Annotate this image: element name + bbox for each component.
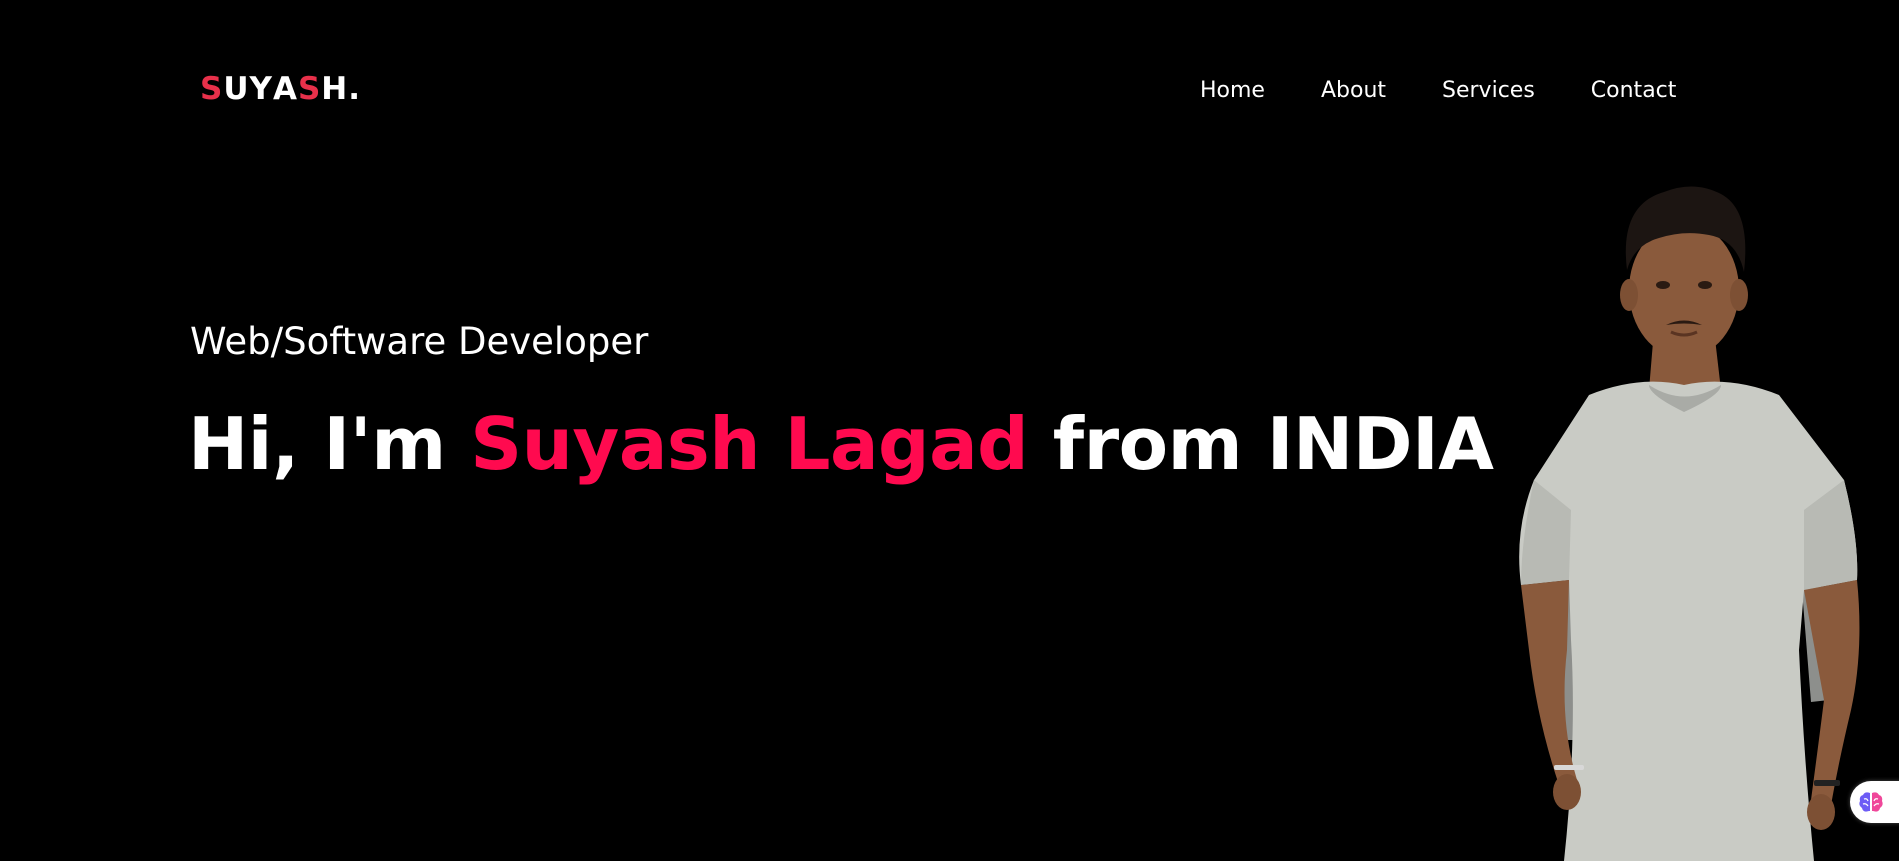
headline-suffix: from INDIA: [1028, 402, 1494, 486]
nav-home[interactable]: Home: [1200, 76, 1265, 106]
logo-letter: S: [297, 71, 322, 107]
site-logo[interactable]: SUYASH.: [200, 74, 361, 105]
profile-portrait: [1519, 186, 1860, 861]
logo-letter: S: [200, 71, 224, 107]
hero-headline: Hi, I'm Suyash Lagad from INDIA: [188, 402, 1494, 486]
headline-name: Suyash Lagad: [470, 402, 1029, 486]
brain-icon: [1859, 792, 1883, 812]
logo-letter: A: [272, 71, 298, 107]
nav-services[interactable]: Services: [1442, 76, 1535, 106]
page: SUYASH. Home About Services Contact Web/…: [0, 0, 1899, 861]
logo-letter: H: [321, 71, 349, 107]
main-nav: Home About Services Contact: [1200, 76, 1676, 106]
hero-subtitle: Web/Software Developer: [190, 320, 649, 363]
logo-letter: Y: [249, 71, 273, 107]
assistant-widget-button[interactable]: [1850, 781, 1899, 823]
headline-prefix: Hi, I'm: [188, 402, 471, 486]
nav-contact[interactable]: Contact: [1591, 76, 1677, 106]
logo-letter: U: [223, 71, 250, 107]
logo-letter: .: [348, 71, 362, 107]
nav-about[interactable]: About: [1321, 76, 1386, 106]
